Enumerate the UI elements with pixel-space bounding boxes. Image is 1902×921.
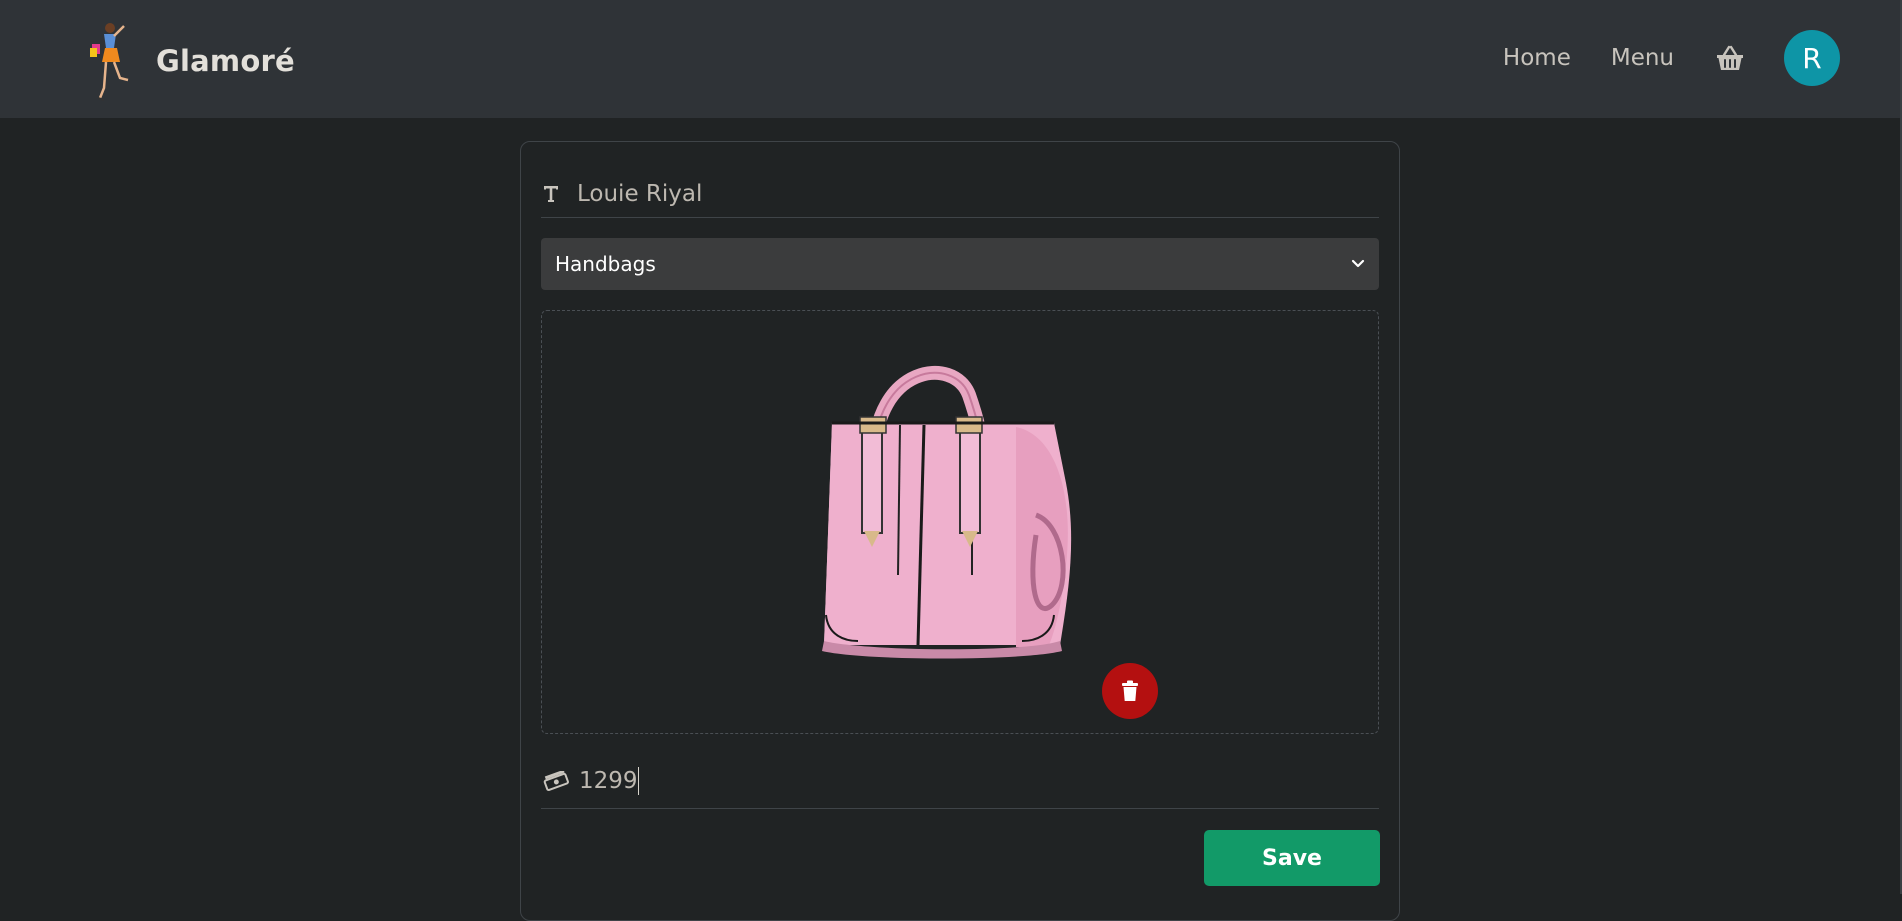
product-name-field xyxy=(541,170,1379,218)
money-icon xyxy=(543,770,569,791)
image-dropzone[interactable] xyxy=(541,310,1379,734)
product-name-input[interactable] xyxy=(569,173,1379,214)
brand-logo-icon xyxy=(90,23,129,101)
brand[interactable]: Glamoré xyxy=(84,18,295,104)
nav-links: Home Menu R xyxy=(1503,30,1840,86)
chevron-down-icon xyxy=(1351,259,1365,268)
text-caret xyxy=(637,766,639,795)
brand-name: Glamoré xyxy=(156,44,295,78)
delete-image-button[interactable] xyxy=(1102,663,1158,719)
nav-menu-link[interactable]: Menu xyxy=(1611,45,1674,71)
save-button[interactable]: Save xyxy=(1204,830,1380,886)
product-edit-card: Handbags xyxy=(520,141,1400,921)
price-input[interactable]: 1299 xyxy=(579,768,638,794)
category-select[interactable]: Handbags xyxy=(541,238,1379,290)
price-field: 1299 xyxy=(541,753,1379,809)
category-select-value: Handbags xyxy=(555,252,656,276)
product-image xyxy=(822,365,1072,659)
basket-icon[interactable] xyxy=(1714,42,1746,74)
user-avatar[interactable]: R xyxy=(1784,30,1840,86)
text-icon xyxy=(543,185,569,203)
nav-home-link[interactable]: Home xyxy=(1503,45,1571,71)
trash-icon xyxy=(1122,680,1138,701)
top-navbar: Glamoré Home Menu R xyxy=(0,0,1900,118)
